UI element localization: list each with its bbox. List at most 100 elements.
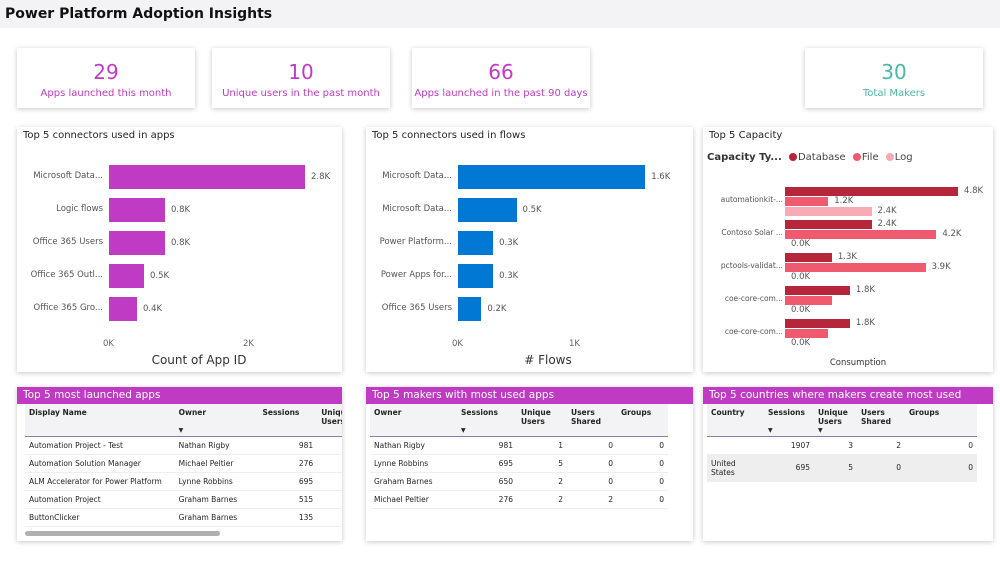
data-label: 1.8K [855,318,875,328]
data-label: 1.8K [855,285,875,295]
kpi-apps-90-days[interactable]: 66 Apps launched in the past 90 days [412,48,590,108]
category-label: coe-core-com... [724,327,783,336]
legend-log[interactable]: Log [895,152,913,163]
table-cell: Graham Barnes [174,508,259,527]
data-label: 1.2K [834,196,854,206]
kpi-label: Apps launched this month [40,88,172,99]
data-label: 0.3K [499,238,519,248]
bar[interactable] [109,231,165,255]
table-cell: 0 [617,472,668,491]
sort-desc-icon[interactable]: ▼ [179,427,184,434]
table-row[interactable]: Michael Peltier 276 2 2 0 [370,490,668,509]
table-cell: 0 [905,454,977,482]
bar-log[interactable] [785,207,872,216]
kpi-unique-users[interactable]: 10 Unique users in the past month [212,48,390,108]
bar-file[interactable] [785,197,829,206]
kpi-total-makers[interactable]: 30 Total Makers [805,48,983,108]
data-label: 0.0K [791,239,811,249]
table-row[interactable]: United States 695 5 0 0 [707,454,977,482]
col-groups[interactable]: Groups [617,404,668,437]
bar[interactable] [109,264,144,288]
bar-file[interactable] [785,296,832,305]
table-cell: 695 [764,454,814,482]
legend-title: Capacity Ty... [707,152,782,163]
bar-file[interactable] [785,263,926,272]
chart-capacity[interactable]: Top 5 Capacity Capacity Ty... Database F… [703,127,993,372]
col-users-shared[interactable]: Users Shared [567,404,617,437]
category-label: Logic flows [56,204,103,214]
table-cell: Nathan Rigby [174,436,259,455]
bar-database[interactable] [785,220,872,229]
col-country[interactable]: Country [707,404,764,437]
legend-dot-database [788,153,797,161]
table-row[interactable]: Lynne Robbins 695 5 0 0 [370,454,668,473]
bar[interactable] [458,165,646,189]
bar[interactable] [109,297,137,321]
table-cell: 5 [814,454,857,482]
legend-database[interactable]: Database [798,152,846,163]
table-cell: Automation Project - Test [25,436,175,455]
table-header-row: Display Name Owner▼ Sessions Unique User… [25,404,342,437]
x-tick-label: 0K [452,339,463,349]
x-tick-label: 1K [569,339,580,349]
kpi-value: 10 [288,60,314,84]
col-unique-users[interactable]: Unique Users [317,404,342,437]
bar[interactable] [109,198,165,222]
col-users-shared[interactable]: Users Shared [857,404,905,437]
bar-database[interactable] [785,187,958,196]
table-top-countries[interactable]: Top 5 countries where makers create most… [703,387,993,541]
sort-desc-icon[interactable]: ▼ [461,427,466,434]
col-groups[interactable]: Groups [905,404,977,437]
bar[interactable] [458,231,494,255]
table-title: Top 5 countries where makers create most… [703,387,993,413]
kpi-apps-this-month[interactable]: 29 Apps launched this month [17,48,195,108]
table-row[interactable]: Automation Solution Manager Michael Pelti… [25,454,342,473]
bar-file[interactable] [785,329,829,338]
chart-connectors-apps[interactable]: Top 5 connectors used in apps Microsoft … [17,127,342,372]
bar-database[interactable] [785,319,850,328]
bar-database[interactable] [785,286,850,295]
col-sessions[interactable]: Sessions [258,404,318,437]
category-label: Office 365 Users [32,237,103,247]
bar[interactable] [458,264,494,288]
chart-connectors-flows[interactable]: Top 5 connectors used in flows Microsoft… [366,127,693,372]
col-unique-users[interactable]: Unique Users [517,404,567,437]
horizontal-scrollbar[interactable] [25,531,220,536]
sort-desc-icon[interactable]: ▼ [768,427,773,434]
table-row[interactable]: Automation Project Graham Barnes 515 [25,490,342,509]
bar-file[interactable] [785,230,937,239]
table-row[interactable]: ButtonClicker Graham Barnes 135 [25,508,342,527]
data-label: 0.0K [791,272,811,282]
table-top-makers[interactable]: Top 5 makers with most used apps Owner S… [366,387,693,541]
col-owner[interactable]: Owner [370,404,457,437]
legend-dot-file [852,153,861,161]
col-owner[interactable]: Owner ▼ [174,404,259,437]
x-tick-label: 0K [103,339,114,349]
data-label: 1.6K [651,172,671,182]
legend-file[interactable]: File [862,152,879,163]
col-sessions[interactable]: Sessions ▼ [764,404,814,437]
table-row[interactable]: Automation Project - Test Nathan Rigby 981 [25,436,342,455]
table-row[interactable]: Nathan Rigby 981 1 0 0 [370,436,668,455]
table-row[interactable]: 1907 3 2 0 [707,436,977,455]
table-most-launched-apps[interactable]: Top 5 most launched apps Display Name Ow… [17,387,342,541]
table-row[interactable]: ALM Accelerator for Power Platform Lynne … [25,472,342,491]
col-sessions[interactable]: Sessions ▼ [457,404,517,437]
category-label: Office 365 Outl... [30,270,103,280]
table-cell: Automation Solution Manager [25,454,175,473]
kpi-value: 66 [488,60,514,84]
sort-desc-icon[interactable]: ▼ [818,427,823,434]
table-cell: 0 [617,454,668,473]
x-axis-title: Consumption [829,358,887,368]
table-cell: 3 [814,436,857,455]
table-row[interactable]: Graham Barnes 650 2 0 0 [370,472,668,491]
data-label: 0.2K [487,304,507,314]
bar-database[interactable] [785,253,832,262]
col-display-name[interactable]: Display Name [25,404,175,437]
kpi-label: Total Makers [862,88,926,99]
col-unique-users[interactable]: Unique Users ▼ [814,404,857,437]
bar[interactable] [458,198,517,222]
data-label: 1.3K [837,252,857,262]
bar[interactable] [109,165,305,189]
bar[interactable] [458,297,482,321]
